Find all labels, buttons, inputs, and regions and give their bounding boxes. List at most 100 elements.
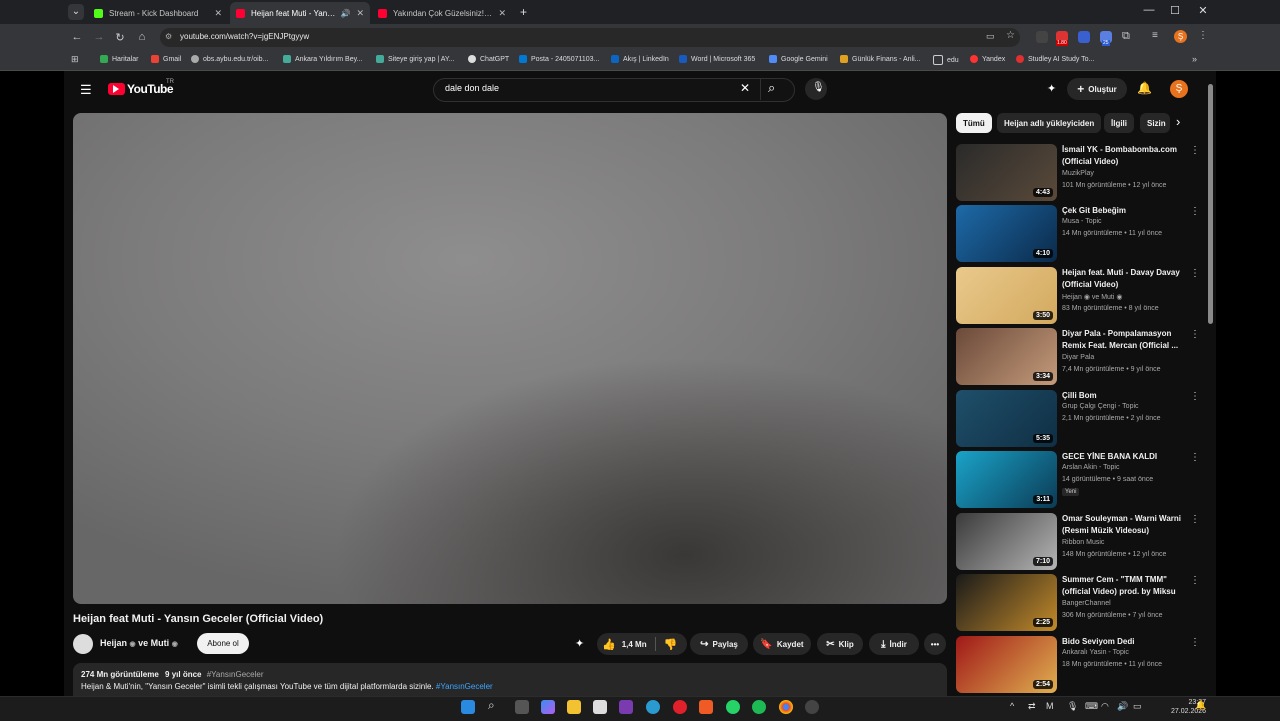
search-icon[interactable]: ⌕ bbox=[768, 80, 775, 96]
search-input[interactable]: dale don dale bbox=[445, 83, 499, 93]
recommendation-title[interactable]: Çek Git Bebeğim bbox=[1062, 205, 1182, 217]
search-icon[interactable]: ⌕ bbox=[488, 698, 495, 713]
bookmark-star-icon[interactable]: ☆ bbox=[1006, 30, 1015, 41]
share-button[interactable]: ↪ Paylaş bbox=[690, 633, 748, 655]
recommendation-title[interactable]: Heijan feat. Muti - Davay Davay (Officia… bbox=[1062, 267, 1182, 291]
keyboard-icon[interactable]: ⌨ bbox=[1085, 701, 1098, 712]
close-window-icon[interactable]: ✕ bbox=[1190, 4, 1216, 17]
description-hashtag-link[interactable]: #YansınGeceler bbox=[436, 682, 493, 691]
bookmark-item[interactable]: Akış | LinkedIn bbox=[611, 55, 669, 63]
video-thumbnail[interactable]: 4:43 bbox=[956, 144, 1057, 201]
channel-avatar[interactable] bbox=[73, 634, 93, 654]
bookmark-item[interactable]: Studley AI Study To... bbox=[1016, 55, 1094, 63]
chip-related[interactable]: İlgili bbox=[1104, 113, 1134, 133]
video-thumbnail[interactable]: 2:25 bbox=[956, 574, 1057, 631]
recommendation-card[interactable]: 2:25 Summer Cem - "TMM TMM" (official Vid… bbox=[956, 574, 1200, 632]
tab-youtube-2[interactable]: Yakından Çok Güzelsiniz! | Mar ✕ bbox=[372, 2, 512, 24]
more-vertical-icon[interactable]: ⋮ bbox=[1190, 391, 1200, 402]
site-info-icon[interactable]: ⚙ bbox=[165, 32, 172, 41]
save-button[interactable]: 🔖 Kaydet bbox=[753, 633, 811, 655]
whatsapp-icon[interactable] bbox=[726, 700, 740, 714]
recommendation-card[interactable]: 3:11 GECE YİNE BANA KALDI Arslan Akin - To… bbox=[956, 451, 1200, 509]
more-actions-button[interactable]: ••• bbox=[924, 633, 946, 655]
bookmark-item[interactable]: edu bbox=[933, 55, 959, 65]
chip-uploader[interactable]: Heijan adlı yükleyiciden bbox=[997, 113, 1102, 133]
recommendation-channel[interactable]: Diyar Pala bbox=[1062, 354, 1094, 361]
more-vertical-icon[interactable]: ⋮ bbox=[1190, 575, 1200, 586]
maximize-icon[interactable]: ☐ bbox=[1162, 4, 1188, 17]
bookmark-item[interactable]: Haritalar bbox=[100, 55, 138, 63]
extension-translate-icon[interactable] bbox=[1078, 31, 1090, 43]
chevron-right-icon[interactable]: › bbox=[1176, 114, 1180, 129]
notification-center-icon[interactable]: 🔔 bbox=[1195, 700, 1206, 711]
battery-icon[interactable]: ▭ bbox=[1133, 701, 1142, 712]
file-explorer-icon[interactable] bbox=[567, 700, 581, 714]
more-vertical-icon[interactable]: ⋮ bbox=[1190, 452, 1200, 463]
hashtag-link[interactable]: #YansınGeceler bbox=[207, 670, 264, 679]
volume-icon[interactable]: 🔊 bbox=[1117, 701, 1128, 712]
recommendation-channel[interactable]: MuzikPlay bbox=[1062, 170, 1094, 177]
video-thumbnail[interactable]: 3:50 bbox=[956, 267, 1057, 324]
channel-name[interactable]: Heijan bbox=[100, 638, 127, 648]
apps-grid-icon[interactable]: ⊞ bbox=[71, 54, 79, 65]
video-player[interactable] bbox=[73, 113, 947, 604]
page-scrollbar[interactable] bbox=[1208, 84, 1213, 324]
more-vertical-icon[interactable]: ⋮ bbox=[1190, 514, 1200, 525]
recommendation-title[interactable]: Summer Cem - "TMM TMM" (official Video) … bbox=[1062, 574, 1182, 598]
download-button[interactable]: ⤓ İndir bbox=[869, 633, 919, 655]
tab-youtube-active[interactable]: Heijan feat Muti - Yansın Ge 🔊 ✕ bbox=[230, 2, 370, 24]
close-icon[interactable]: ✕ bbox=[214, 8, 222, 19]
bookmark-item[interactable]: Posta - 2405071103... bbox=[519, 55, 599, 63]
opera-icon[interactable] bbox=[673, 700, 687, 714]
clear-search-icon[interactable]: ✕ bbox=[740, 81, 750, 95]
recommendation-card[interactable]: 4:43 İsmail YK - Bombabomba.com (Official… bbox=[956, 144, 1200, 202]
tray-icon[interactable]: ⇄ bbox=[1028, 701, 1036, 712]
minimize-icon[interactable]: — bbox=[1136, 4, 1162, 16]
channel-name-2[interactable]: ve Muti bbox=[138, 638, 169, 648]
more-vertical-icon[interactable]: ⋮ bbox=[1190, 329, 1200, 340]
recommendation-card[interactable]: 4:10 Çek Git Bebeğim Musa - Topic 14 Mn gör… bbox=[956, 205, 1200, 263]
tray-m-icon[interactable]: M bbox=[1046, 701, 1054, 711]
task-view-icon[interactable] bbox=[515, 700, 529, 714]
bookmark-item[interactable]: Gmail bbox=[151, 55, 181, 63]
recommendation-card[interactable]: 2:54 Bido Seviyom Dedi Ankaralı Yasin - To… bbox=[956, 636, 1200, 694]
channel-names[interactable]: Heijan ◉ ve Muti ◉ bbox=[100, 638, 178, 648]
recommendation-channel[interactable]: Heijan ◉ ve Muti ◉ bbox=[1062, 293, 1123, 301]
recommendation-card[interactable]: 7:10 Omar Souleyman - Warni Warni (Resmi … bbox=[956, 513, 1200, 571]
onenote-icon[interactable] bbox=[619, 700, 633, 714]
video-thumbnail[interactable]: 7:10 bbox=[956, 513, 1057, 570]
recommendation-card[interactable]: 3:34 Diyar Pala - Pompalamasyon Remix Fea… bbox=[956, 328, 1200, 386]
bookmark-item[interactable]: Siteye giriş yap | AY... bbox=[376, 55, 455, 63]
edge-icon[interactable] bbox=[646, 700, 660, 714]
spotify-icon[interactable] bbox=[752, 700, 766, 714]
bookmark-item[interactable]: Yandex bbox=[970, 55, 1005, 63]
hamburger-menu-icon[interactable]: ☰ bbox=[80, 82, 92, 98]
bookmark-item[interactable]: Word | Microsoft 365 bbox=[679, 55, 755, 63]
recommendation-title[interactable]: Omar Souleyman - Warni Warni (Resmi Müzi… bbox=[1062, 513, 1182, 537]
home-icon[interactable]: ⌂ bbox=[135, 31, 149, 43]
subscribe-button[interactable]: Abone ol bbox=[197, 633, 249, 654]
close-icon[interactable]: ✕ bbox=[498, 8, 506, 19]
extension-shield-icon[interactable] bbox=[1036, 31, 1048, 43]
tab-kick[interactable]: Stream - Kick Dashboard ✕ bbox=[88, 2, 228, 24]
bookmark-item[interactable]: Günlük Finans - Anli... bbox=[840, 55, 920, 63]
more-vertical-icon[interactable]: ⋮ bbox=[1190, 206, 1200, 217]
audio-icon[interactable]: 🔊 bbox=[340, 9, 350, 18]
sparkle-icon[interactable]: ✦ bbox=[1047, 82, 1056, 95]
bookmark-item[interactable]: Google Gemini bbox=[769, 55, 828, 63]
forward-icon[interactable]: → bbox=[92, 31, 106, 43]
avatar[interactable]: Ş bbox=[1170, 80, 1188, 98]
brave-icon[interactable] bbox=[699, 700, 713, 714]
mic-tray-icon[interactable]: 🎙 bbox=[1067, 701, 1078, 712]
notifications-bell-icon[interactable]: 🔔 bbox=[1137, 81, 1152, 95]
bookmark-item[interactable]: Ankara Yıldırım Bey... bbox=[283, 55, 362, 63]
media-icon[interactable]: ≡ bbox=[1152, 30, 1158, 41]
sparkle-ask-icon[interactable]: ✦ bbox=[575, 637, 584, 650]
bookmark-item[interactable]: ChatGPT bbox=[468, 55, 509, 63]
wifi-icon[interactable]: ◠ bbox=[1101, 701, 1109, 712]
copilot-icon[interactable] bbox=[541, 700, 555, 714]
chip-all[interactable]: Tümü bbox=[956, 113, 992, 133]
extensions-puzzle-icon[interactable]: ⧉ bbox=[1122, 30, 1130, 43]
chrome-icon[interactable] bbox=[779, 700, 793, 714]
bookmark-item[interactable]: obs.aybu.edu.tr/oib... bbox=[191, 55, 268, 63]
